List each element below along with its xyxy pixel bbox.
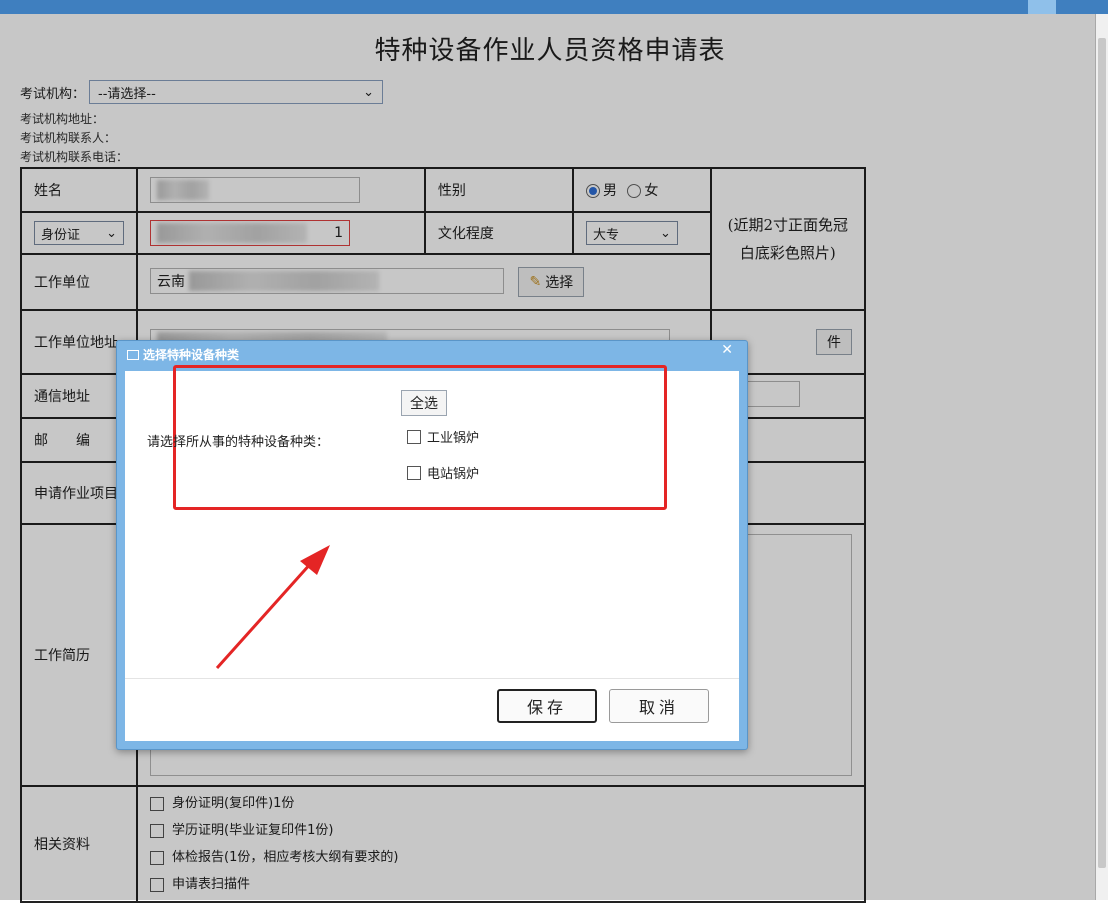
red-arrow-annotation [215, 545, 330, 670]
arrow-shaft [215, 560, 314, 670]
